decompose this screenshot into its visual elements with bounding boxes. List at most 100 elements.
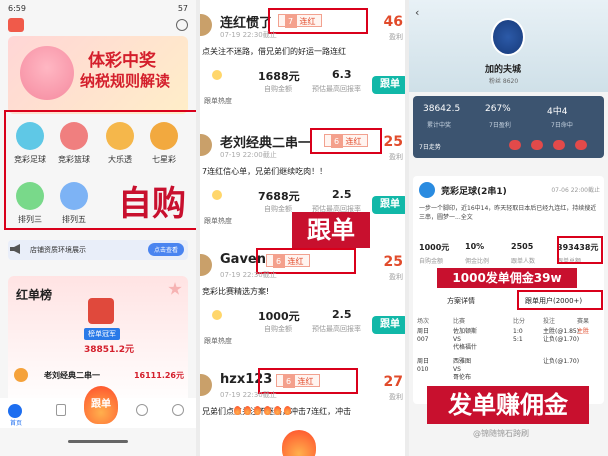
poster-name[interactable]: 老刘经典二串一	[220, 132, 311, 151]
nav-home-label: 首页	[10, 420, 23, 427]
metric-label: 跟单人数	[511, 258, 536, 265]
post-avatar[interactable]	[200, 14, 212, 36]
mascot-icon	[20, 46, 74, 100]
follow-total-highlight	[557, 236, 603, 264]
follow-users-highlight	[517, 290, 603, 310]
fire-icon	[244, 406, 251, 415]
battery-level: 57	[177, 4, 188, 13]
banner-subtitle: 纳税规则解读	[80, 72, 171, 90]
category-icon	[16, 122, 44, 150]
follow-button[interactable]: 跟单	[372, 316, 405, 334]
odds-label: 预估最高回报率	[312, 85, 361, 93]
expert-profile-screen: ‹ 加的夫城 粉丝 8620 7日走势 38642.5 累计中奖 267% 7日盈利 4…	[409, 0, 608, 456]
profit-label: 盈利	[389, 33, 403, 41]
follow-annotation: 跟单	[292, 212, 370, 248]
post-deadline: 07-19 22:30截止	[220, 271, 277, 279]
category-icon	[60, 122, 88, 150]
home-indicator	[68, 440, 128, 443]
trend-dot-icon	[509, 140, 521, 150]
lottery-category[interactable]: 排列五	[52, 182, 96, 225]
logo-icon	[8, 18, 24, 32]
odds-value: 6.3	[332, 68, 352, 81]
table-cell: 1:0 5:1	[513, 328, 523, 343]
soccer-icon	[419, 182, 435, 198]
post-description: 点关注不迷路，借兄弟们的好运一路连红	[202, 47, 346, 56]
post-avatar[interactable]	[200, 134, 212, 156]
back-icon[interactable]: ‹	[415, 6, 419, 19]
post-description: 兄弟们点点关注不迷路，冲击7连红，冲击	[202, 406, 402, 417]
trend-dot-icon	[553, 140, 565, 150]
commission-annotation: 1000发单佣金39w	[437, 268, 577, 288]
streak-highlight	[268, 8, 368, 34]
nav-edit-icon[interactable]	[136, 404, 148, 416]
follow-list-screen: 连红惯了 7 连红 07-19 22:30截止 46 点关注不迷路，借兄弟们的好运一路连红…	[200, 0, 405, 456]
table-cell: 主胜(@1.85) 让负(@1.70)	[543, 328, 580, 343]
self-buy-annotation: 自购	[118, 184, 186, 224]
post-count: 27	[383, 374, 403, 390]
profile-fans: 粉丝 8620	[489, 78, 519, 85]
leader-amount: 16111.26元	[133, 371, 184, 380]
fire-icon	[284, 406, 291, 415]
post-count: 25	[383, 254, 403, 270]
team-crest-icon	[491, 18, 525, 56]
speaker-icon	[10, 244, 20, 254]
profit-label: 盈利	[389, 153, 403, 161]
follow-heat-label: 跟单热度	[204, 217, 232, 225]
notice-view-button[interactable]: 点击查看	[147, 243, 184, 256]
plan-title: 竞彩足球(2串1)	[441, 187, 507, 197]
nav-profile-icon[interactable]	[172, 404, 184, 416]
self-buy-label: 自购金额	[264, 205, 292, 213]
lottery-category[interactable]: 排列三	[8, 182, 52, 225]
leader-avatar	[14, 368, 28, 382]
self-buy-amount: 1000元	[258, 310, 300, 323]
champion-badge: 榜单冠军	[84, 328, 120, 340]
lottery-category[interactable]: 大乐透	[98, 122, 142, 165]
category-icon	[16, 182, 44, 210]
self-buy-amount: 1688元	[258, 70, 300, 83]
trend-dot-icon	[531, 140, 543, 150]
category-label: 七星彩	[152, 155, 176, 164]
tab-plan-detail[interactable]: 方案详情	[447, 296, 475, 306]
poster-name[interactable]: 连红惯了	[220, 12, 272, 31]
fire-icon	[264, 406, 271, 415]
lottery-category[interactable]: 竞彩足球	[8, 122, 52, 165]
category-icon	[150, 122, 178, 150]
stat-label: 7日盈利	[489, 122, 511, 129]
watermark: @锦随锦石跨刷	[473, 429, 529, 438]
follow-fab-button[interactable]	[282, 430, 316, 456]
trend-label: 7日走势	[419, 144, 441, 151]
category-label: 排列五	[62, 215, 86, 224]
follow-button[interactable]: 跟单	[372, 76, 405, 94]
odds-value: 2.5	[332, 308, 352, 321]
notice-text: 店铺资质环境展示	[30, 246, 86, 254]
streak-highlight	[310, 128, 382, 154]
lottery-category[interactable]: 七星彩	[142, 122, 186, 165]
metric-label: 自购金额	[419, 258, 444, 265]
profile-name: 加的夫城	[485, 65, 522, 75]
post-deadline: 07-19 22:30截止	[220, 391, 277, 399]
promo-banner[interactable]: 体彩中奖 纳税规则解读	[8, 36, 188, 114]
category-label: 竞彩足球	[14, 155, 46, 164]
stat-value: 38642.5	[423, 104, 461, 114]
follow-center-button[interactable]: 跟单	[84, 386, 118, 424]
message-icon[interactable]	[176, 19, 188, 31]
post-count: 25	[383, 134, 403, 150]
leader-name: 老刘经典二串一	[44, 371, 100, 380]
category-icon	[60, 182, 88, 210]
post-avatar[interactable]	[200, 374, 212, 396]
champion-amount: 38851.2元	[84, 345, 134, 355]
follow-heat-label: 跟单热度	[204, 97, 232, 105]
trend-dots	[509, 140, 599, 150]
lottery-category[interactable]: 竞彩篮球	[52, 122, 96, 165]
follow-button[interactable]: 跟单	[372, 196, 405, 214]
notice-bar: 店铺资质环境展示 点击查看	[8, 240, 188, 260]
trend-dot-icon	[575, 140, 587, 150]
commission-earning-annotation: 发单赚佣金	[427, 386, 589, 424]
stat-label: 累计中奖	[427, 122, 452, 129]
table-cell: 主胜	[577, 328, 590, 335]
nav-doc-icon[interactable]	[56, 404, 66, 416]
post-avatar[interactable]	[200, 254, 212, 276]
coin-icon	[212, 310, 222, 320]
nav-home-icon[interactable]	[8, 404, 22, 418]
stat-value: 267%	[485, 104, 511, 114]
